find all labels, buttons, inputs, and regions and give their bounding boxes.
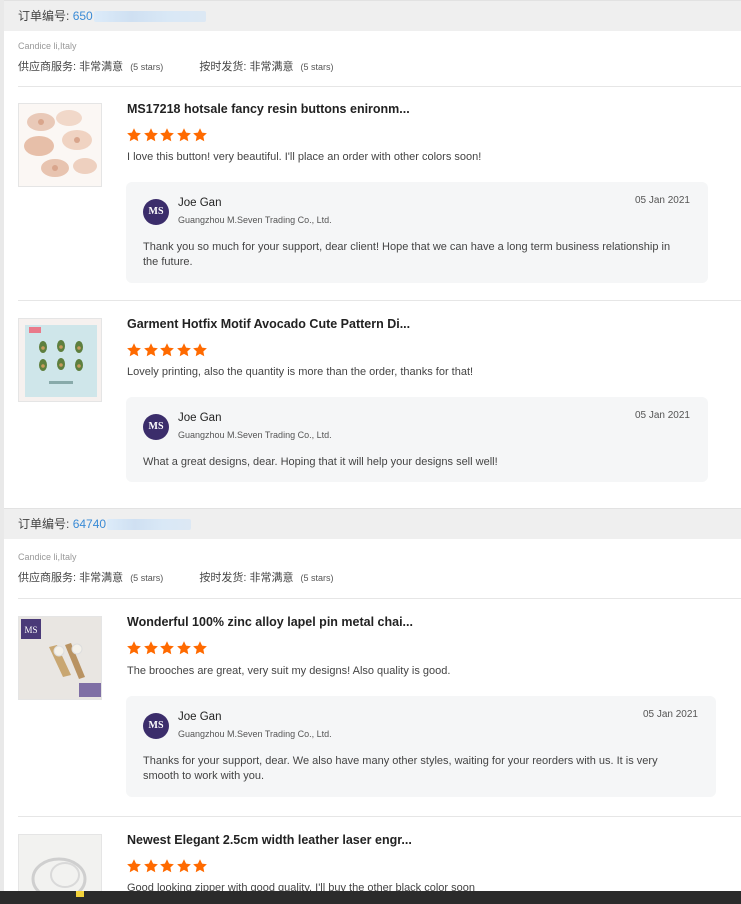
product-thumbnail[interactable]: MS: [18, 616, 102, 700]
buyer-info: Candice li,Italy 供应商服务: 非常满意 (5 stars) 按…: [18, 40, 741, 74]
order-number-label: 订单编号:: [18, 517, 70, 531]
product-thumbnail[interactable]: [18, 318, 102, 402]
reply-text: What a great designs, dear. Hoping that …: [143, 456, 498, 468]
seller-company: Guangzhou M.Seven Trading Co., Ltd.: [178, 215, 332, 225]
review-comment: Lovely printing, also the quantity is mo…: [127, 366, 474, 378]
star-icon: [159, 640, 175, 656]
order-number-link[interactable]: 64740: [73, 517, 106, 531]
review-comment: I love this button! very beautiful. I'll…: [127, 151, 482, 163]
reply-text: Thank you so much for your support, dear…: [143, 241, 671, 268]
supplier-service-value: 非常满意: [79, 61, 124, 73]
star-rating: [126, 640, 209, 656]
seller-reply: MS Joe Gan Guangzhou M.Seven Trading Co.…: [126, 696, 716, 797]
star-icon: [143, 858, 159, 874]
order-header: 订单编号: 64740: [4, 508, 741, 539]
star-icon: [192, 342, 208, 358]
star-icon: [176, 342, 192, 358]
product-title-link[interactable]: Wonderful 100% zinc alloy lapel pin meta…: [127, 615, 413, 629]
star-icon: [176, 858, 192, 874]
star-icon: [126, 640, 142, 656]
star-icon: [143, 640, 159, 656]
product-thumbnail[interactable]: [18, 103, 102, 187]
order-number-link[interactable]: 650: [73, 9, 93, 23]
reply-date: 05 Jan 2021: [634, 410, 690, 421]
star-icon: [126, 342, 142, 358]
order-number-redacted: [107, 519, 192, 531]
svg-text:MS: MS: [24, 625, 37, 635]
seller-ratings: 供应商服务: 非常满意 (5 stars) 按时发货: 非常满意 (5 star…: [18, 58, 741, 74]
star-icon: [192, 858, 208, 874]
star-rating: [126, 342, 209, 358]
seller-name: Joe Gan: [178, 412, 222, 424]
star-icon: [126, 858, 142, 874]
order-header: 订单编号: 650: [4, 0, 741, 31]
reply-date: 05 Jan 2021: [642, 709, 698, 720]
star-icon: [159, 127, 175, 143]
star-icon: [159, 342, 175, 358]
reply-date: 05 Jan 2021: [634, 195, 690, 206]
seller-avatar: MS: [143, 713, 169, 739]
star-icon: [143, 127, 159, 143]
delivery-value: 非常满意: [249, 572, 294, 584]
divider: [18, 300, 741, 301]
star-icon: [192, 127, 208, 143]
buyer-info: Candice li,Italy 供应商服务: 非常满意 (5 stars) 按…: [18, 551, 741, 585]
seller-name: Joe Gan: [178, 711, 222, 723]
supplier-service-stars: (5 stars): [130, 573, 164, 583]
buyer-name: Candice li,Italy: [18, 41, 77, 51]
reply-text: Thanks for your support, dear. We also h…: [143, 755, 658, 782]
seller-ratings: 供应商服务: 非常满意 (5 stars) 按时发货: 非常满意 (5 star…: [18, 569, 741, 585]
star-icon: [176, 127, 192, 143]
seller-avatar: MS: [143, 414, 169, 440]
seller-company: Guangzhou M.Seven Trading Co., Ltd.: [178, 729, 332, 739]
bottom-bar: [0, 891, 741, 904]
supplier-service-value: 非常满意: [79, 572, 124, 584]
seller-company: Guangzhou M.Seven Trading Co., Ltd.: [178, 430, 332, 440]
seller-reply: MS Joe Gan Guangzhou M.Seven Trading Co.…: [126, 182, 708, 283]
left-scroll-track: [0, 0, 4, 904]
product-title-link[interactable]: Newest Elegant 2.5cm width leather laser…: [127, 833, 412, 847]
seller-reply: MS Joe Gan Guangzhou M.Seven Trading Co.…: [126, 397, 708, 482]
buyer-name: Candice li,Italy: [18, 552, 77, 562]
seller-avatar: MS: [143, 199, 169, 225]
review-comment: The brooches are great, very suit my des…: [127, 665, 451, 677]
star-icon: [126, 127, 142, 143]
supplier-service-label: 供应商服务:: [18, 61, 77, 73]
divider: [18, 598, 741, 599]
star-rating: [126, 858, 209, 874]
star-icon: [143, 342, 159, 358]
star-icon: [159, 858, 175, 874]
order-number-redacted: [93, 11, 206, 23]
delivery-label: 按时发货:: [199, 61, 247, 73]
product-title-link[interactable]: MS17218 hotsale fancy resin buttons enir…: [127, 102, 410, 116]
star-icon: [176, 640, 192, 656]
divider: [18, 86, 741, 87]
star-icon: [192, 640, 208, 656]
delivery-stars: (5 stars): [300, 62, 334, 72]
seller-name: Joe Gan: [178, 197, 222, 209]
delivery-stars: (5 stars): [300, 573, 334, 583]
star-rating: [126, 127, 209, 143]
order-number-label: 订单编号:: [18, 9, 70, 23]
divider: [18, 816, 741, 817]
supplier-service-label: 供应商服务:: [18, 572, 77, 584]
product-title-link[interactable]: Garment Hotfix Motif Avocado Cute Patter…: [127, 317, 410, 331]
supplier-service-stars: (5 stars): [130, 62, 164, 72]
delivery-value: 非常满意: [249, 61, 294, 73]
delivery-label: 按时发货:: [199, 572, 247, 584]
